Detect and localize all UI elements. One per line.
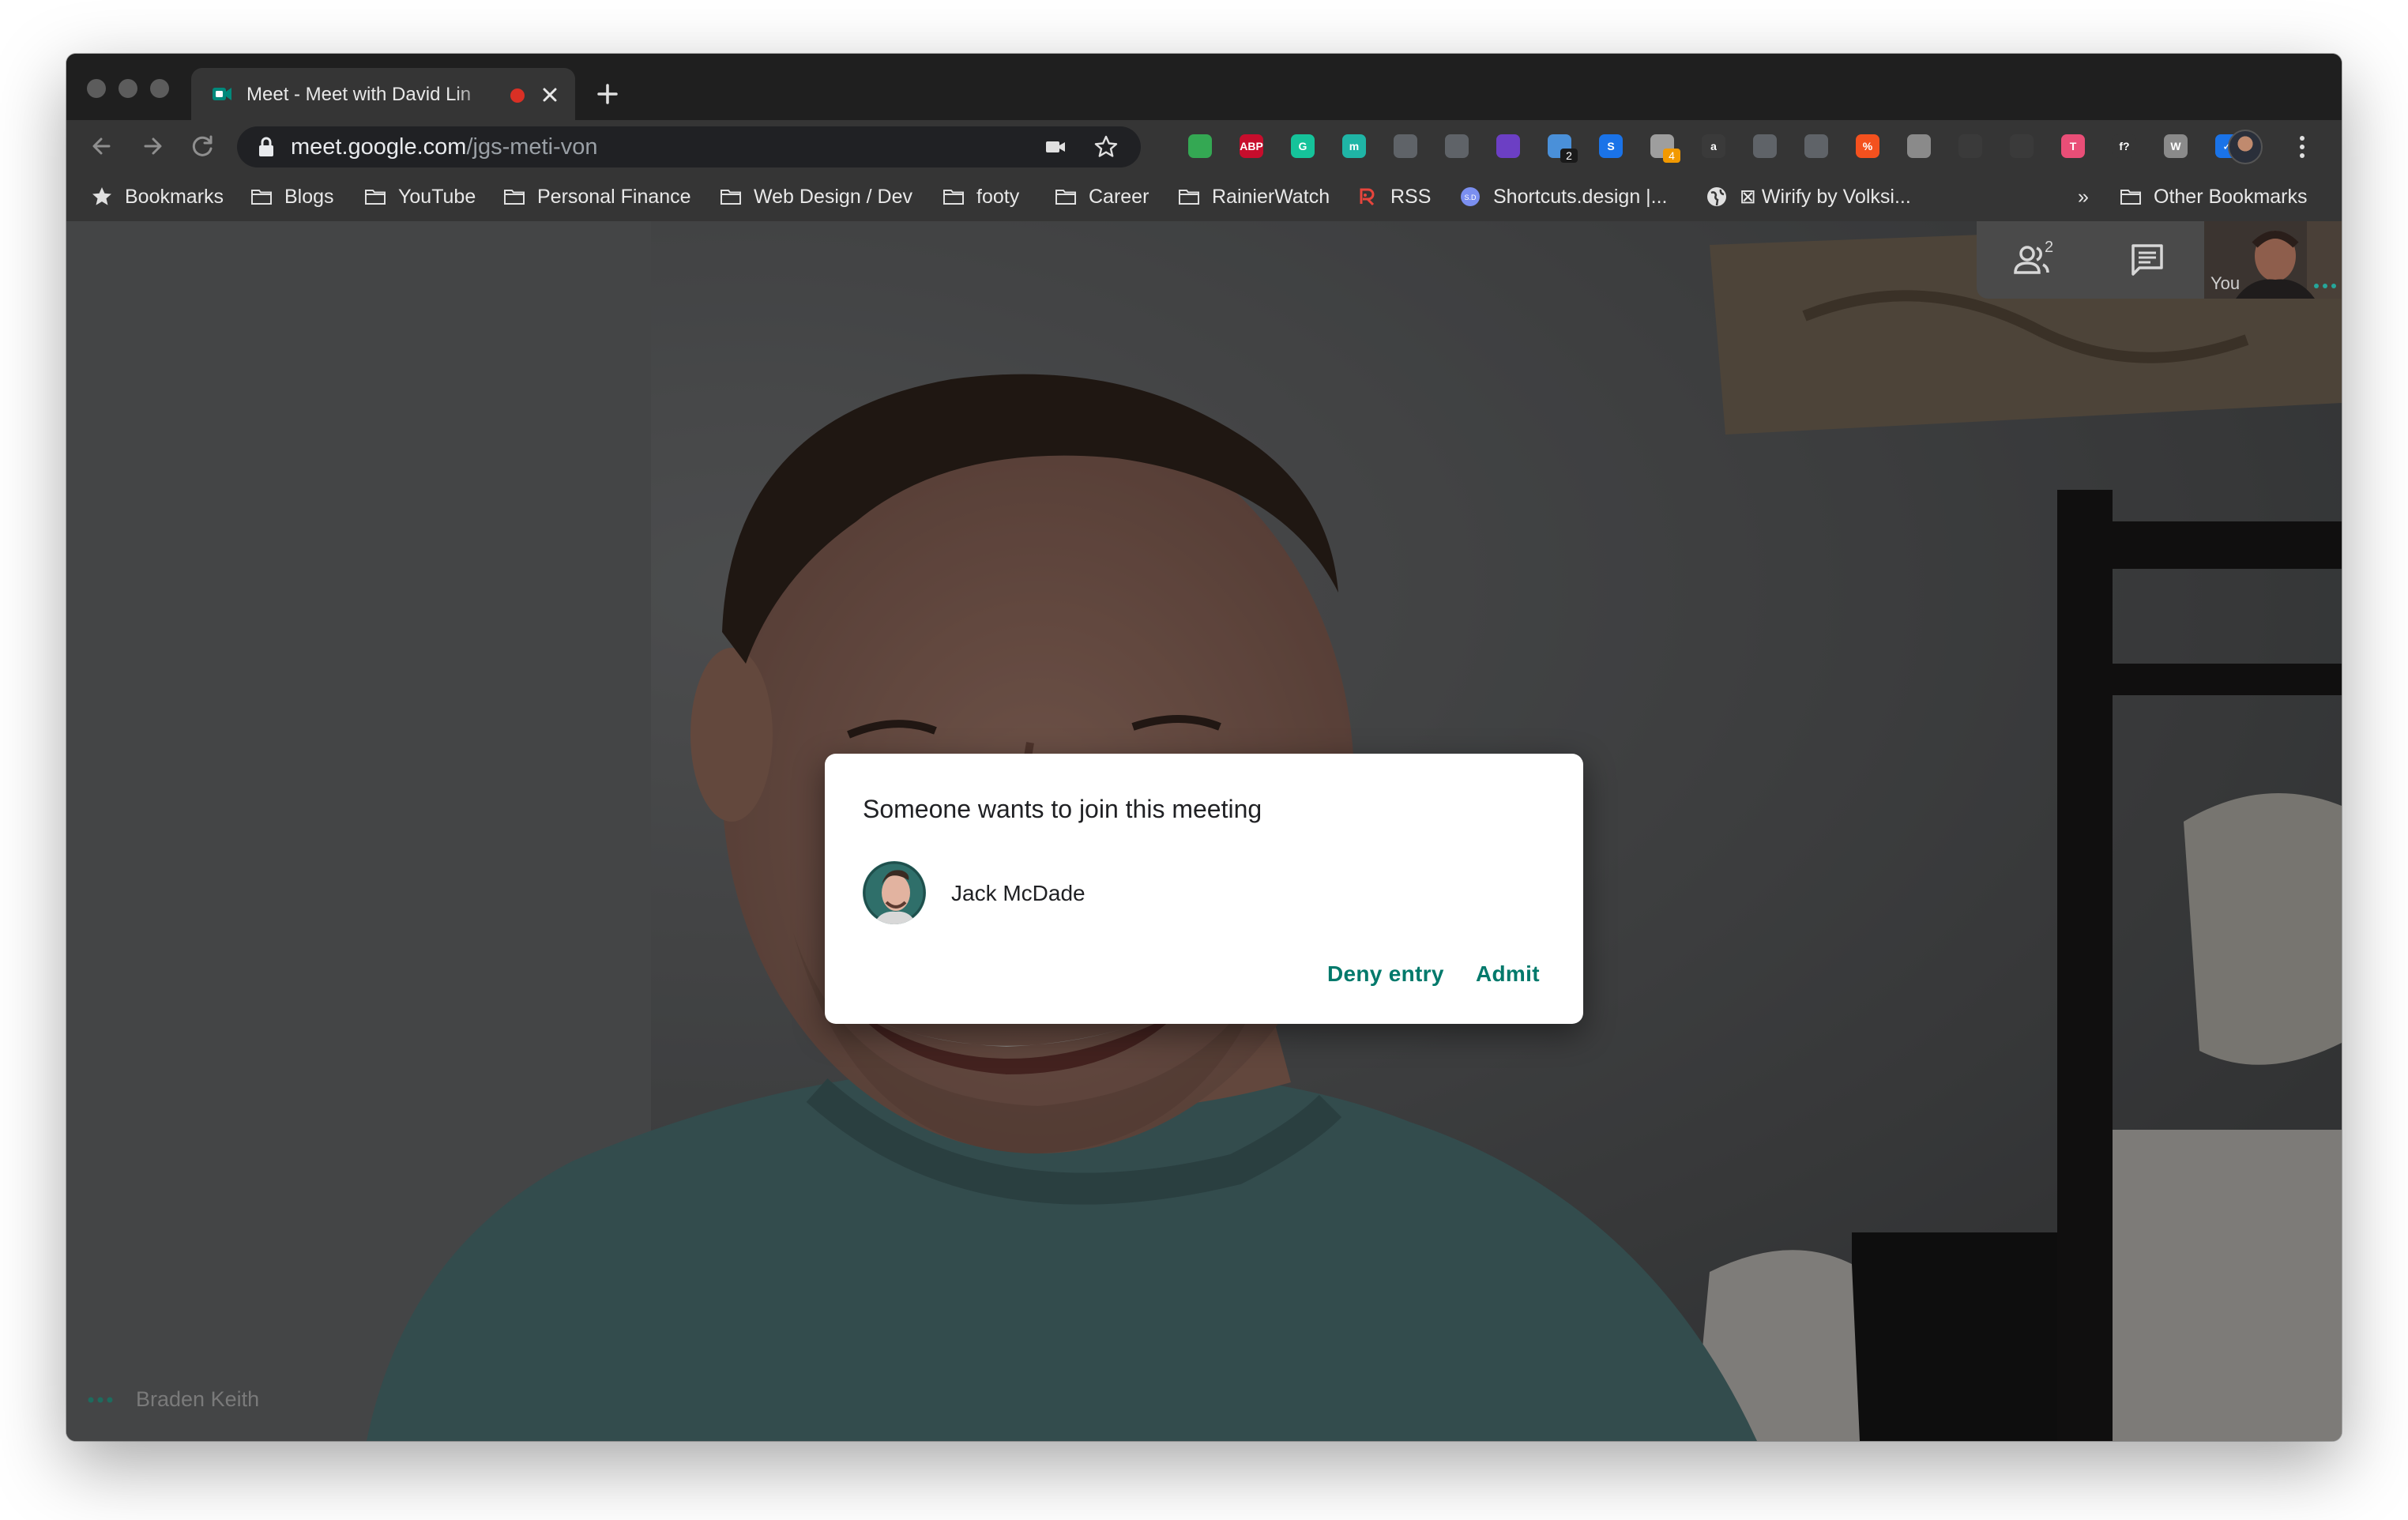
extension-grey-square-icon[interactable] bbox=[1907, 134, 1931, 158]
extension-badge-2-icon[interactable]: 2 bbox=[1548, 134, 1578, 163]
browser-toolbar: meet.google.com/jgs-meti-von ABP Gm 2 S 4 a% T… bbox=[66, 120, 2342, 172]
extension-blue-s-icon[interactable]: S bbox=[1599, 134, 1623, 158]
bookmarks-overflow-chevron[interactable]: » bbox=[2078, 172, 2089, 221]
bookmark-folder-footy[interactable]: footy bbox=[942, 172, 1019, 221]
extension-target-icon[interactable] bbox=[2010, 134, 2034, 158]
bookmark-shortcuts-design[interactable]: S.D Shortcuts.design |... bbox=[1458, 172, 1668, 221]
rss-icon bbox=[1360, 188, 1375, 206]
bookmarks-bar: Bookmarks Blogs YouTube Personal Finance… bbox=[66, 172, 2342, 221]
extension-hat-icon[interactable] bbox=[1804, 134, 1828, 158]
join-request-dialog: Someone wants to join this meeting Jack … bbox=[825, 754, 1583, 1024]
people-button[interactable]: 2 bbox=[1977, 221, 2090, 299]
chat-icon bbox=[2131, 244, 2163, 276]
back-arrow-icon[interactable] bbox=[85, 130, 119, 163]
pocket-icon[interactable] bbox=[1445, 134, 1469, 158]
tab-meet[interactable]: Meet - Meet with David Lin bbox=[191, 68, 575, 120]
bookmark-folder-career[interactable]: Career bbox=[1054, 172, 1149, 221]
url-text[interactable]: meet.google.com/jgs-meti-von bbox=[291, 134, 597, 160]
extension-orange-icon[interactable]: % bbox=[1856, 134, 1879, 158]
deny-entry-button[interactable]: Deny entry bbox=[1327, 961, 1444, 988]
folder-icon bbox=[1055, 190, 1076, 205]
extension-w-icon[interactable]: W bbox=[2164, 134, 2188, 158]
folder-icon bbox=[365, 190, 386, 205]
audio-indicator-icon bbox=[88, 1397, 113, 1402]
extension-purple-icon[interactable] bbox=[1496, 134, 1520, 158]
self-view-label: You bbox=[2210, 273, 2241, 293]
svg-text:S.D: S.D bbox=[1464, 194, 1477, 201]
reload-icon[interactable] bbox=[186, 130, 220, 163]
bookmark-star-icon[interactable] bbox=[1092, 133, 1120, 161]
bookmark-folder-blogs[interactable]: Blogs bbox=[250, 172, 334, 221]
google-meet-icon bbox=[213, 88, 231, 100]
bookmark-folder-personal-finance[interactable]: Personal Finance bbox=[502, 172, 691, 221]
extension-gear-icon[interactable] bbox=[1753, 134, 1777, 158]
bookmark-bookmarks[interactable]: Bookmarks bbox=[90, 172, 224, 221]
lock-icon[interactable] bbox=[256, 136, 277, 158]
shortcuts-icon: S.D bbox=[1461, 187, 1480, 206]
participant-name-tag: Braden Keith bbox=[87, 1387, 259, 1412]
extension-badge-4-icon[interactable]: 4 bbox=[1650, 134, 1680, 163]
folder-icon bbox=[1179, 190, 1199, 205]
camera-in-use-icon[interactable] bbox=[1041, 133, 1070, 161]
bookmark-rss[interactable]: RSS bbox=[1356, 172, 1431, 221]
forward-arrow-icon[interactable] bbox=[136, 130, 169, 163]
tab-close-icon[interactable] bbox=[536, 81, 564, 109]
react-devtools-icon[interactable] bbox=[1958, 134, 1982, 158]
self-view-tile[interactable]: You bbox=[2204, 221, 2342, 299]
close-window-button[interactable] bbox=[87, 79, 106, 98]
extension-teal-icon[interactable]: m bbox=[1342, 134, 1366, 158]
new-tab-plus-icon[interactable] bbox=[588, 74, 627, 114]
bookmark-folder-web-design-dev[interactable]: Web Design / Dev bbox=[719, 172, 912, 221]
extension-grey-circle-icon[interactable] bbox=[1394, 134, 1417, 158]
participant-name: Braden Keith bbox=[136, 1387, 260, 1411]
adblock-plus-icon[interactable]: ABP bbox=[1240, 134, 1263, 158]
minimize-window-button[interactable] bbox=[119, 79, 137, 98]
requester-name: Jack McDade bbox=[951, 881, 1085, 905]
meeting-details-panel: 2 You bbox=[1977, 221, 2342, 299]
bookmark-folder-youtube[interactable]: YouTube bbox=[363, 172, 476, 221]
folder-icon bbox=[251, 190, 272, 205]
whatfont-icon[interactable]: f? bbox=[2113, 134, 2136, 158]
profile-avatar[interactable] bbox=[2228, 130, 2263, 164]
more-menu-icon[interactable] bbox=[2294, 131, 2310, 163]
star-icon bbox=[92, 187, 111, 205]
bookmark-folder-rainierwatch[interactable]: RainierWatch bbox=[1177, 172, 1330, 221]
grammarly-icon[interactable]: G bbox=[1291, 134, 1315, 158]
amazon-icon[interactable]: a bbox=[1702, 134, 1725, 158]
folder-icon bbox=[2120, 190, 2141, 205]
meet-video-area: 2 You Braden Keith Someone wants to join… bbox=[66, 221, 2342, 1441]
folder-icon bbox=[721, 190, 741, 205]
globe-icon bbox=[1707, 187, 1726, 206]
chat-button[interactable] bbox=[2090, 221, 2204, 299]
extension-badge: 4 bbox=[1663, 149, 1680, 163]
recording-indicator-icon bbox=[510, 88, 525, 103]
extension-badge: 2 bbox=[1560, 149, 1578, 163]
audio-indicator-icon bbox=[2314, 284, 2336, 288]
tab-strip: Meet - Meet with David Lin bbox=[66, 54, 2342, 120]
people-count-badge: 2 bbox=[2045, 239, 2054, 256]
bookmark-folder-other-bookmarks[interactable]: Other Bookmarks bbox=[2119, 172, 2308, 221]
folder-icon bbox=[504, 190, 525, 205]
dialog-title: Someone wants to join this meeting bbox=[863, 795, 1262, 823]
zoom-window-button[interactable] bbox=[150, 79, 169, 98]
extension-pink-icon[interactable]: T bbox=[2061, 134, 2085, 158]
folder-icon bbox=[943, 190, 964, 205]
admit-button[interactable]: Admit bbox=[1476, 961, 1540, 988]
address-bar[interactable]: meet.google.com/jgs-meti-von bbox=[237, 126, 1141, 167]
requester-avatar bbox=[863, 861, 926, 924]
bookmark-wirify[interactable]: ⊠ Wirify by Volksi... bbox=[1705, 172, 1911, 221]
browser-window: Meet - Meet with David Lin meet.google.c… bbox=[66, 54, 2342, 1441]
extension-green-icon[interactable] bbox=[1188, 134, 1212, 158]
